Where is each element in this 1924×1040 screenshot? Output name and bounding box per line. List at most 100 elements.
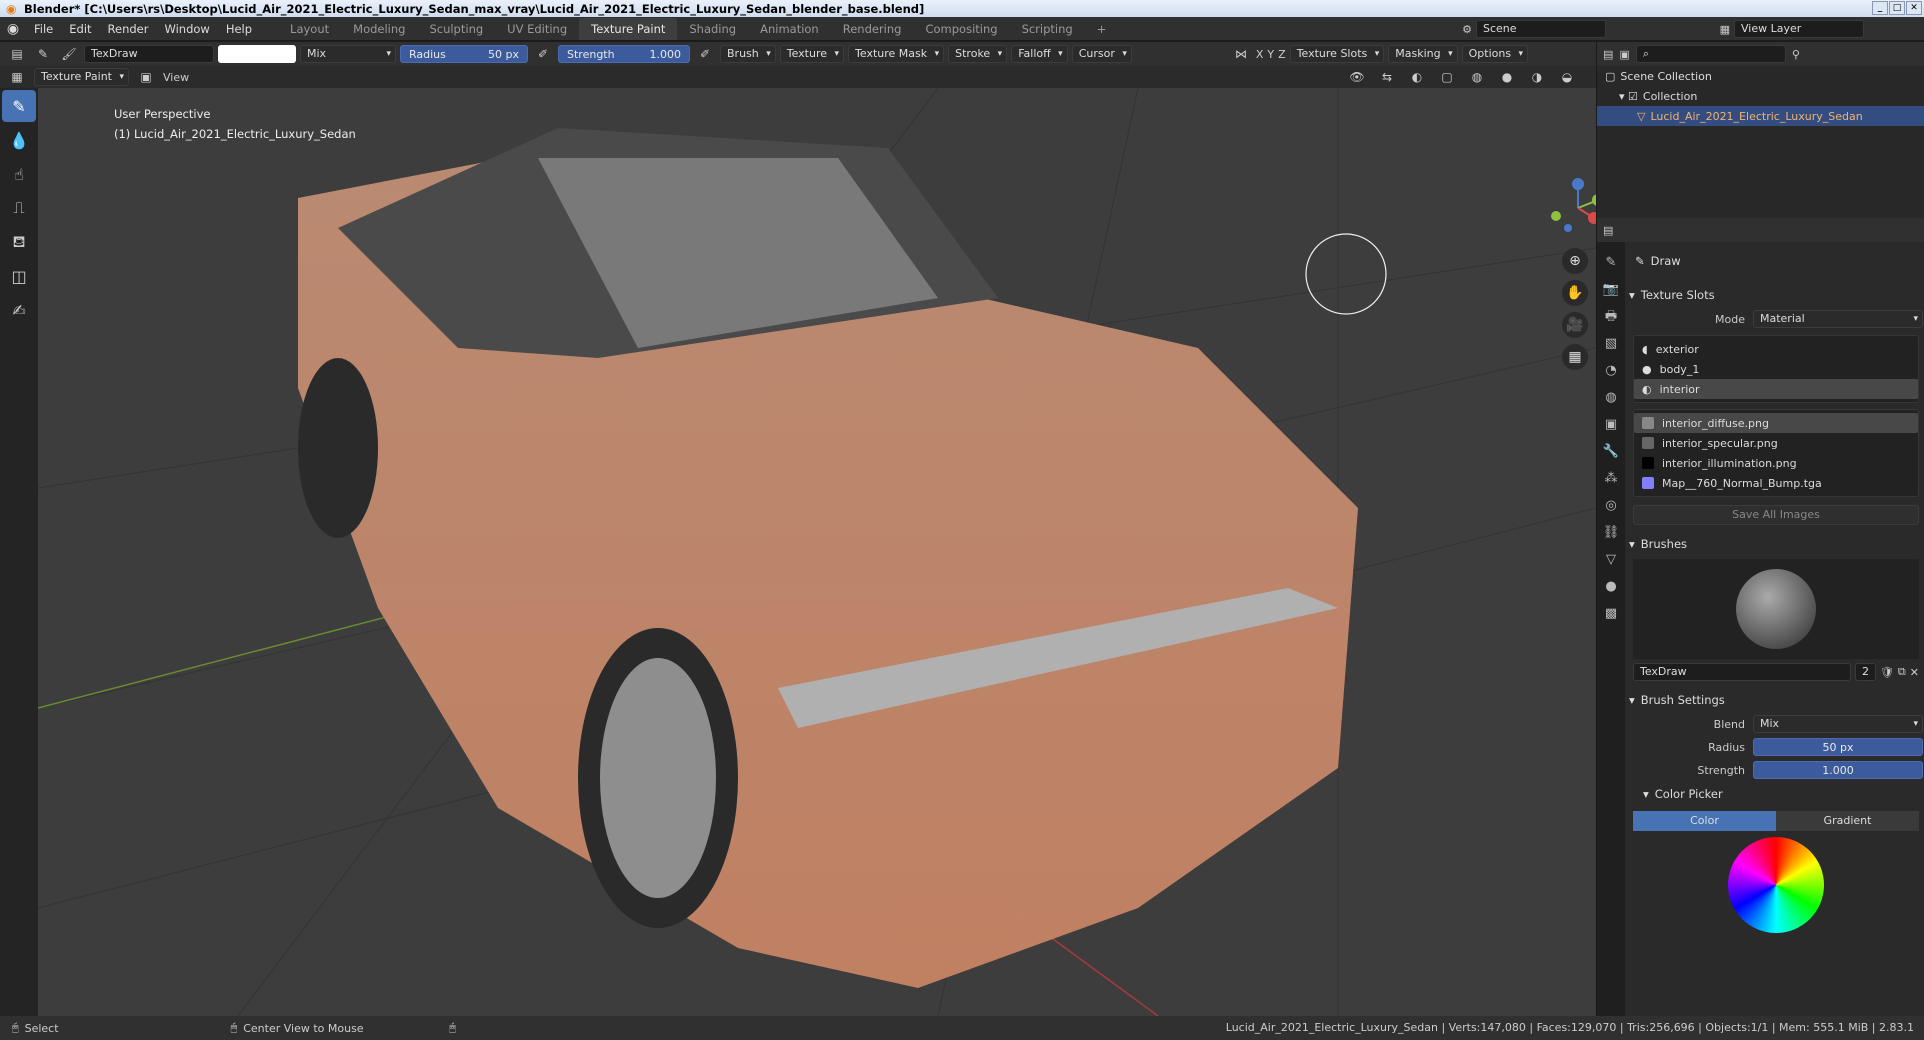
object-tab-icon[interactable]: ▣ bbox=[1600, 414, 1622, 436]
list-item[interactable]: ◖ exterior bbox=[1634, 339, 1918, 359]
fill-tool-icon[interactable]: ⛾ bbox=[2, 226, 36, 258]
clone-tool-icon[interactable]: ⎍ bbox=[2, 192, 36, 224]
menu-window[interactable]: Window bbox=[156, 22, 217, 36]
toggle-icon[interactable]: ▣ bbox=[135, 68, 157, 86]
tab-layout[interactable]: Layout bbox=[278, 18, 341, 40]
color-wheel[interactable] bbox=[1728, 837, 1824, 933]
list-item[interactable]: interior_illumination.png bbox=[1634, 453, 1918, 473]
color-tab[interactable]: Color bbox=[1633, 811, 1776, 831]
tab-uv-editing[interactable]: UV Editing bbox=[495, 18, 579, 40]
mode-dropdown[interactable]: Texture Paint bbox=[34, 68, 129, 86]
list-item[interactable]: interior_diffuse.png bbox=[1634, 413, 1918, 433]
tab-rendering[interactable]: Rendering bbox=[831, 18, 914, 40]
radius-pressure-icon[interactable]: ✐ bbox=[532, 45, 554, 63]
brush-menu[interactable]: Brush bbox=[720, 45, 776, 63]
strength-slider[interactable]: Strength 1.000 bbox=[558, 45, 690, 63]
axis-y[interactable]: Y bbox=[1267, 48, 1274, 61]
modifier-tab-icon[interactable]: 🔧 bbox=[1600, 441, 1622, 463]
world-tab-icon[interactable]: ◍ bbox=[1600, 387, 1622, 409]
editor-type-icon[interactable]: ▤ bbox=[6, 45, 28, 63]
mode-dropdown[interactable]: Material bbox=[1753, 310, 1923, 328]
constraints-tab-icon[interactable]: ⛓ bbox=[1600, 522, 1622, 544]
falloff-menu[interactable]: Falloff bbox=[1011, 45, 1068, 63]
properties-editor-icon[interactable]: ▤ bbox=[1603, 224, 1613, 237]
filter-icon[interactable]: ⚲ bbox=[1792, 48, 1800, 61]
color-swatch[interactable] bbox=[218, 45, 296, 63]
add-workspace-icon[interactable]: + bbox=[1085, 18, 1119, 40]
display-mode-icon[interactable]: ▣ bbox=[1619, 48, 1629, 61]
brushes-panel-header[interactable]: ▾ Brushes bbox=[1629, 533, 1923, 555]
texture-mask-menu[interactable]: Texture Mask bbox=[848, 45, 945, 63]
axis-z[interactable]: Z bbox=[1278, 48, 1286, 61]
tab-modeling[interactable]: Modeling bbox=[341, 18, 417, 40]
gizmo-icon[interactable]: ⇆ bbox=[1376, 68, 1398, 86]
options-menu[interactable]: Options bbox=[1461, 45, 1529, 63]
pan-hand-icon[interactable]: ✋ bbox=[1562, 280, 1588, 306]
particles-tab-icon[interactable]: ⁂ bbox=[1600, 468, 1622, 490]
render-tab-icon[interactable]: 📷 bbox=[1600, 279, 1622, 301]
annotate-tool-icon[interactable]: ✍ bbox=[2, 294, 36, 326]
editor-type-icon[interactable]: ▦ bbox=[6, 68, 28, 86]
scene-tab-icon[interactable]: ◔ bbox=[1600, 360, 1622, 382]
save-all-images-button[interactable]: Save All Images bbox=[1633, 505, 1919, 525]
blend-dropdown[interactable]: Mix bbox=[1753, 715, 1923, 733]
tab-scripting[interactable]: Scripting bbox=[1010, 18, 1085, 40]
rendered-shading-icon[interactable]: ◒ bbox=[1556, 68, 1578, 86]
soften-tool-icon[interactable]: 💧 bbox=[2, 124, 36, 156]
tab-animation[interactable]: Animation bbox=[748, 18, 831, 40]
minimize-button[interactable]: _ bbox=[1872, 1, 1888, 15]
brush-preview[interactable] bbox=[1633, 559, 1919, 659]
view-layer-tab-icon[interactable]: ▧ bbox=[1600, 333, 1622, 355]
brush-name-field[interactable]: TexDraw bbox=[84, 45, 214, 63]
fake-user-icon[interactable]: 🛡 bbox=[1880, 666, 1894, 679]
tab-sculpting[interactable]: Sculpting bbox=[417, 18, 495, 40]
blender-menu-icon[interactable]: ◉ bbox=[0, 21, 26, 37]
list-item[interactable]: Map__760_Normal_Bump.tga bbox=[1634, 473, 1918, 493]
overlay-icon[interactable]: ◐ bbox=[1406, 68, 1428, 86]
visibility-icon[interactable]: 👁 bbox=[1346, 68, 1368, 86]
view-menu[interactable]: View bbox=[163, 71, 189, 84]
tab-shading[interactable]: Shading bbox=[677, 18, 748, 40]
menu-edit[interactable]: Edit bbox=[61, 22, 99, 36]
texture-menu[interactable]: Texture bbox=[779, 45, 845, 63]
data-tab-icon[interactable]: ▽ bbox=[1600, 549, 1622, 571]
unlink-icon[interactable]: ✕ bbox=[1910, 666, 1919, 679]
list-item[interactable]: ● body_1 bbox=[1634, 359, 1918, 379]
tab-texture-paint[interactable]: Texture Paint bbox=[579, 17, 678, 40]
maximize-button[interactable]: □ bbox=[1889, 1, 1905, 15]
texture-tab-icon[interactable]: ▩ bbox=[1600, 603, 1622, 625]
solid-shading-icon[interactable]: ● bbox=[1496, 68, 1518, 86]
list-item[interactable]: interior_specular.png bbox=[1634, 433, 1918, 453]
camera-icon[interactable]: 🎥 bbox=[1562, 312, 1588, 338]
close-button[interactable]: ✕ bbox=[1906, 1, 1922, 15]
brush-name-field[interactable]: TexDraw bbox=[1633, 663, 1851, 681]
cursor-menu[interactable]: Cursor bbox=[1071, 45, 1132, 63]
object-row[interactable]: ▽ Lucid_Air_2021_Electric_Luxury_Sedan bbox=[1597, 106, 1924, 126]
mask-tool-icon[interactable]: ◫ bbox=[2, 260, 36, 292]
radius-slider[interactable]: 50 px bbox=[1753, 738, 1923, 756]
smear-tool-icon[interactable]: ☝ bbox=[2, 158, 36, 190]
wireframe-shading-icon[interactable]: ◍ bbox=[1466, 68, 1488, 86]
brush-icon[interactable]: 🖌 bbox=[58, 45, 80, 63]
material-tab-icon[interactable]: ● bbox=[1600, 576, 1622, 598]
mode-icon[interactable]: ✎ bbox=[32, 45, 54, 63]
scene-collection-row[interactable]: ▢ Scene Collection bbox=[1597, 66, 1924, 86]
strength-pressure-icon[interactable]: ✐ bbox=[694, 45, 716, 63]
draw-tool-icon[interactable]: ✎ bbox=[2, 90, 36, 122]
physics-tab-icon[interactable]: ◎ bbox=[1600, 495, 1622, 517]
3d-viewport[interactable]: User Perspective (1) Lucid_Air_2021_Elec… bbox=[38, 88, 1596, 1016]
color-picker-panel-header[interactable]: ▾ Color Picker bbox=[1643, 783, 1923, 805]
view-layer-icon[interactable]: ▦ bbox=[1720, 23, 1730, 36]
blend-dropdown[interactable]: Mix bbox=[300, 45, 396, 63]
menu-file[interactable]: File bbox=[26, 22, 61, 36]
symmetry-icon[interactable]: ⋈ bbox=[1230, 45, 1252, 63]
scene-field[interactable]: Scene bbox=[1476, 20, 1606, 38]
tool-tab-icon[interactable]: ✎ bbox=[1600, 252, 1622, 274]
output-tab-icon[interactable]: 🖶 bbox=[1600, 306, 1622, 328]
brush-settings-panel-header[interactable]: ▾ Brush Settings bbox=[1629, 689, 1923, 711]
material-shading-icon[interactable]: ◑ bbox=[1526, 68, 1548, 86]
tab-compositing[interactable]: Compositing bbox=[913, 18, 1009, 40]
stroke-menu[interactable]: Stroke bbox=[948, 45, 1008, 63]
strength-slider[interactable]: 1.000 bbox=[1753, 761, 1923, 779]
scene-icon[interactable]: ⚙ bbox=[1462, 23, 1472, 36]
